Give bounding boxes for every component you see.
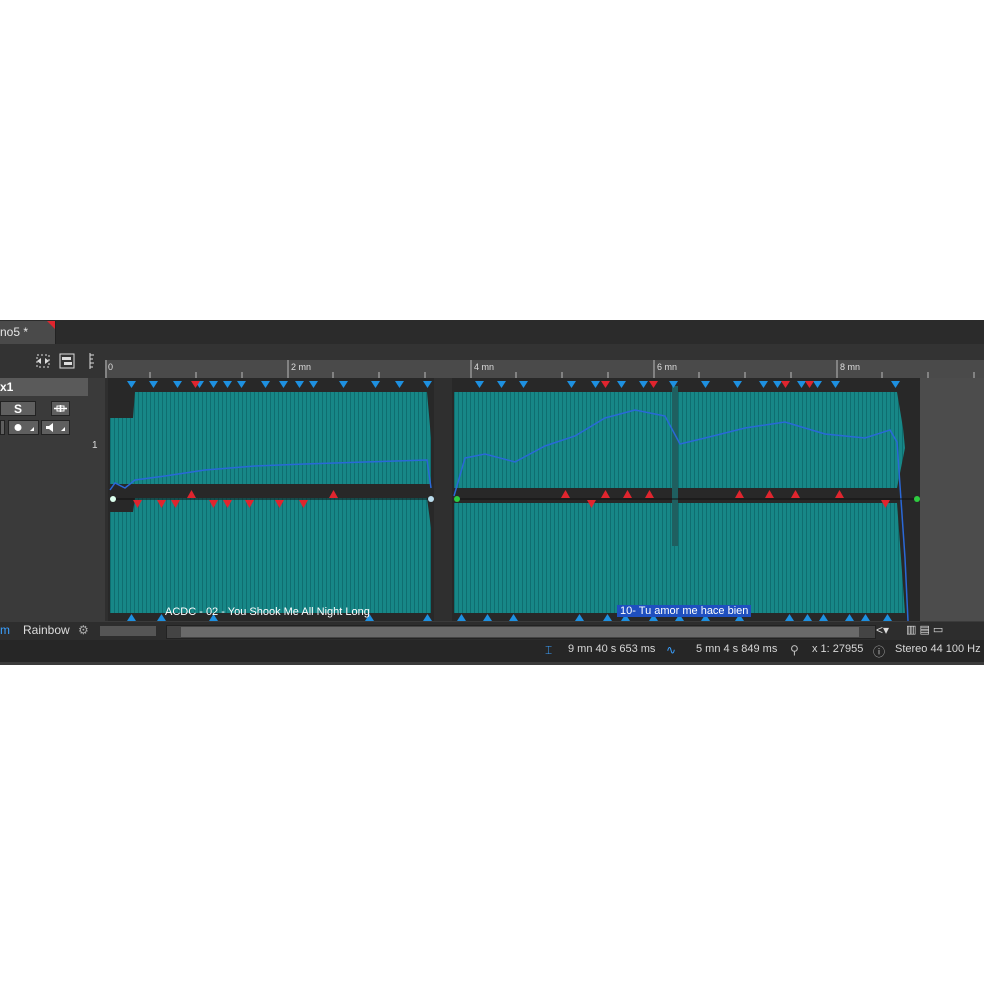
audio-format[interactable]: Stereo 44 100 Hz [895, 643, 981, 655]
speaker-icon [46, 423, 65, 432]
overview-strip[interactable] [100, 626, 156, 636]
tracks-icon[interactable] [58, 352, 76, 370]
cursor-position: 9 mn 40 s 653 ms [568, 643, 656, 655]
tab-title: no5 * [0, 325, 29, 339]
scroll-thumb[interactable] [181, 627, 859, 637]
clip-label-1: ACDC - 02 - You Shook Me All Night Long [165, 606, 370, 618]
ruler-label: 0 [108, 362, 114, 372]
speaker-button[interactable] [41, 420, 70, 435]
ruler-label: 4 mn [474, 362, 495, 372]
collapse-icon[interactable] [51, 401, 70, 416]
solo-button[interactable]: S [0, 401, 36, 416]
timeline-ruler[interactable]: 0 2 mn 4 mn 6 mn 8 mn [105, 360, 984, 378]
cursor-icon: ⌶ [545, 643, 553, 657]
view-mode-label[interactable]: m [0, 623, 10, 637]
info-icon[interactable]: ⓘ [873, 643, 885, 660]
rainbow-label[interactable]: Rainbow [23, 623, 70, 637]
bottom-bar: m Rainbow ⚙ <▾ ▥ ▤ ▭ [0, 622, 984, 640]
clip-label-2: 10- Tu amor me hace bien [617, 605, 752, 617]
track-name[interactable]: x1 [0, 378, 88, 396]
tab-montage[interactable]: no5 * [0, 321, 56, 344]
selection-length: 5 mn 4 s 849 ms [696, 643, 778, 655]
unsaved-marker [47, 321, 55, 329]
zoom-level[interactable]: x 1: 27955 [812, 643, 863, 655]
view-icon[interactable]: ▥ ▤ ▭ [906, 623, 943, 636]
track-lane[interactable]: ACDC - 02 - You Shook Me All Night Long … [105, 378, 984, 621]
ruler-label: 2 mn [291, 362, 312, 372]
record-icon [14, 424, 34, 431]
ruler-label: 6 mn [657, 362, 678, 372]
tab-bar: no5 * [0, 320, 984, 344]
share-icon[interactable]: <▾ [876, 623, 889, 637]
track-header: x1 1 S [0, 378, 100, 623]
status-bar: ⌶ 9 mn 40 s 653 ms ∿ 5 mn 4 s 849 ms ⚲ x… [0, 640, 984, 662]
ruler-icon[interactable] [84, 352, 102, 370]
waveform-icon: ∿ [666, 643, 677, 657]
audio-clip-1[interactable] [108, 378, 434, 621]
ruler-label: 8 mn [840, 362, 861, 372]
record-button[interactable] [8, 420, 39, 435]
fit-icon[interactable] [34, 352, 52, 370]
audio-clip-2[interactable] [452, 378, 920, 621]
track-left-button[interactable] [0, 420, 5, 435]
zoom-icon[interactable]: ⚲ [790, 643, 799, 657]
track-number: 1 [92, 440, 98, 451]
settings-icon[interactable]: ⚙ [78, 623, 89, 637]
horizontal-scrollbar[interactable] [166, 625, 876, 639]
